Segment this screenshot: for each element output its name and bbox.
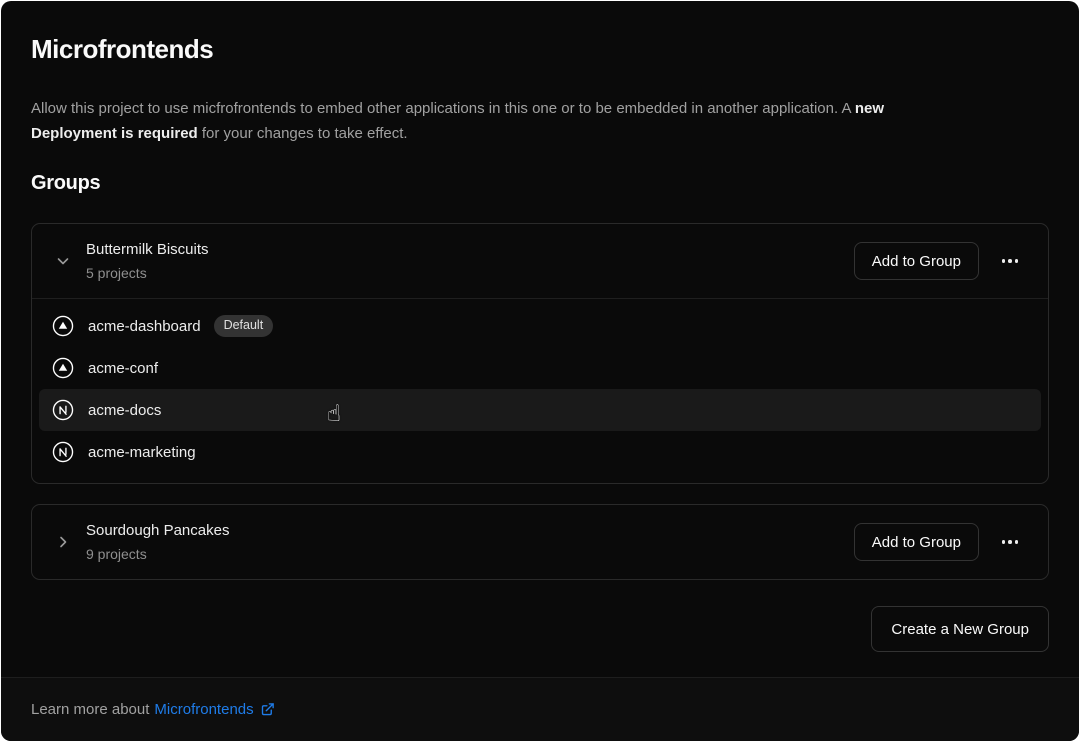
vercel-triangle-icon xyxy=(52,357,74,379)
project-list: acme-dashboard Default acme-conf acme-do… xyxy=(32,298,1048,483)
project-name: acme-dashboard xyxy=(88,318,201,335)
ellipsis-icon xyxy=(1015,540,1019,544)
description-text: Allow this project to use micfrofrontend… xyxy=(31,100,855,117)
group-header: Sourdough Pancakes 9 projects Add to Gro… xyxy=(32,505,1048,579)
collapse-group-button[interactable] xyxy=(51,249,75,273)
create-group-row: Create a New Group xyxy=(31,606,1049,652)
create-new-group-button[interactable]: Create a New Group xyxy=(871,606,1049,652)
project-row-acme-dashboard[interactable]: acme-dashboard Default xyxy=(39,305,1041,347)
page-description: Allow this project to use micfrofrontend… xyxy=(31,96,1049,146)
group-name: Buttermilk Biscuits xyxy=(86,240,854,260)
footer-text: Learn more about xyxy=(31,701,149,718)
default-badge: Default xyxy=(214,315,274,337)
project-name: acme-docs xyxy=(88,402,161,419)
description-text: for your changes to take effect. xyxy=(198,125,408,142)
ellipsis-icon xyxy=(1002,540,1006,544)
ellipsis-icon xyxy=(1015,259,1019,263)
group-menu-button[interactable] xyxy=(992,524,1028,560)
ellipsis-icon xyxy=(1008,259,1012,263)
page-footer: Learn more about Microfrontends xyxy=(1,677,1079,741)
project-row-acme-docs[interactable]: acme-docs xyxy=(39,389,1041,431)
group-card-sourdough-pancakes: Sourdough Pancakes 9 projects Add to Gro… xyxy=(31,504,1049,580)
chevron-down-icon xyxy=(55,253,71,269)
microfrontends-settings-page: Microfrontends Allow this project to use… xyxy=(1,1,1079,741)
group-menu-button[interactable] xyxy=(992,243,1028,279)
chevron-right-icon xyxy=(55,534,71,550)
project-row-acme-conf[interactable]: acme-conf xyxy=(39,347,1041,389)
description-bold: Deployment is required xyxy=(31,125,198,142)
expand-group-button[interactable] xyxy=(51,530,75,554)
description-bold: new xyxy=(855,100,884,117)
external-link-icon xyxy=(260,702,275,717)
project-name: acme-conf xyxy=(88,360,158,377)
group-card-buttermilk-biscuits: Buttermilk Biscuits 5 projects Add to Gr… xyxy=(31,223,1049,484)
microfrontends-docs-link[interactable]: Microfrontends xyxy=(154,701,274,718)
group-titles: Sourdough Pancakes 9 projects xyxy=(86,521,854,564)
groups-heading: Groups xyxy=(31,172,1049,195)
group-header: Buttermilk Biscuits 5 projects Add to Gr… xyxy=(32,224,1048,298)
footer-link-label: Microfrontends xyxy=(154,701,253,718)
vercel-triangle-icon xyxy=(52,315,74,337)
ellipsis-icon xyxy=(1008,540,1012,544)
group-titles: Buttermilk Biscuits 5 projects xyxy=(86,240,854,283)
project-name: acme-marketing xyxy=(88,444,196,461)
group-project-count: 9 projects xyxy=(86,544,854,564)
page-title: Microfrontends xyxy=(31,34,1049,65)
group-project-count: 5 projects xyxy=(86,263,854,283)
project-row-acme-marketing[interactable]: acme-marketing xyxy=(39,431,1041,473)
group-name: Sourdough Pancakes xyxy=(86,521,854,541)
add-to-group-button[interactable]: Add to Group xyxy=(854,242,979,280)
nextjs-icon xyxy=(52,441,74,463)
nextjs-icon xyxy=(52,399,74,421)
ellipsis-icon xyxy=(1002,259,1006,263)
add-to-group-button[interactable]: Add to Group xyxy=(854,523,979,561)
